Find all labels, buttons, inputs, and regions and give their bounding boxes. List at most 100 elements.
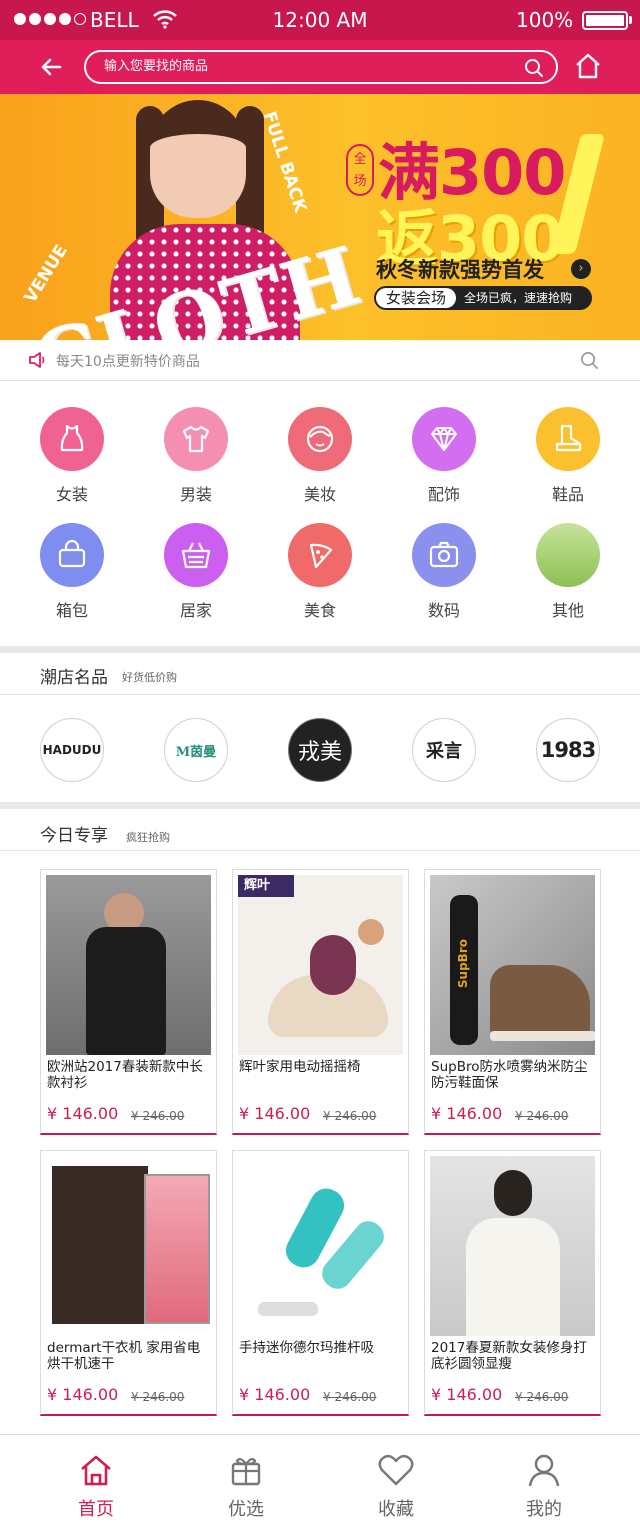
- product-image: [430, 1156, 595, 1336]
- product-old-price: ¥ 246.00: [515, 1109, 569, 1123]
- product-title: SupBro防水喷雾纳米防尘防污鞋面保: [431, 1059, 588, 1091]
- promo-banner[interactable]: VENUE FULL BACK CLOTH 全场 满300 返300 秋冬新款强…: [0, 94, 640, 340]
- category-label: 其他: [551, 601, 584, 620]
- product-old-price: ¥ 246.00: [323, 1109, 377, 1123]
- section-divider: [0, 802, 640, 809]
- back-arrow-icon[interactable]: [36, 52, 66, 82]
- product-card[interactable]: 2017春夏新款女装修身打底衫圆领显瘦 ¥ 146.00 ¥ 246.00: [424, 1150, 601, 1416]
- product-price: ¥ 146.00: [431, 1385, 503, 1404]
- banner-side-text-right: FULL BACK: [258, 109, 311, 215]
- home-icon: [81, 1455, 111, 1486]
- shops-header: 潮店名品 好货低价购: [0, 653, 640, 695]
- dress-icon: [40, 407, 104, 471]
- promo-subtitle: 秋冬新款强势首发: [376, 258, 544, 282]
- notice-text: 每天10点更新特价商品: [56, 354, 200, 370]
- product-card[interactable]: 欧洲站2017春装新款中长款衬衫 ¥ 146.00 ¥ 246.00: [40, 869, 217, 1135]
- promo-pill-tag: 女装会场: [376, 288, 456, 308]
- product-title: 手持迷你德尔玛推杆吸: [239, 1340, 374, 1356]
- brand-name: 1983: [540, 738, 596, 762]
- chevron-right-icon: ›: [571, 259, 591, 279]
- status-bar: BELL 12:00 AM 100%: [0, 0, 640, 40]
- category-food[interactable]: 美食: [270, 523, 370, 621]
- product-card[interactable]: dermart干衣机 家用省电烘干机速干 ¥ 146.00 ¥ 246.00: [40, 1150, 217, 1416]
- megaphone-icon: [29, 352, 45, 368]
- section-divider: [0, 646, 640, 653]
- product-old-price: ¥ 246.00: [515, 1390, 569, 1404]
- category-label: 配饰: [427, 485, 460, 504]
- category-label: 居家: [179, 601, 212, 620]
- category-label: 女装: [55, 485, 88, 504]
- search-input[interactable]: 输入您要找的商品: [84, 50, 558, 84]
- notice-bar[interactable]: 每天10点更新特价商品: [0, 340, 640, 381]
- category-men[interactable]: 男装: [146, 407, 246, 505]
- promo-pill-text: 全场已疯，速速抢购: [464, 291, 573, 305]
- bottom-tab-bar: 首页 优选 收藏 我的: [0, 1434, 640, 1538]
- tab-home[interactable]: 首页: [56, 1453, 136, 1521]
- category-label: 数码: [427, 601, 460, 620]
- brand-1983-logo[interactable]: 1983: [536, 718, 600, 782]
- product-price: ¥ 146.00: [47, 1385, 119, 1404]
- promo-badge: 全场: [346, 144, 374, 196]
- brand-name: 采言: [426, 741, 462, 762]
- category-digital[interactable]: 数码: [394, 523, 494, 621]
- tab-favorites[interactable]: 收藏: [356, 1453, 436, 1521]
- user-icon: [528, 1454, 560, 1487]
- home-icon[interactable]: [574, 52, 602, 80]
- category-home[interactable]: 居家: [146, 523, 246, 621]
- tab-profile[interactable]: 我的: [504, 1453, 584, 1521]
- diamond-icon: [412, 407, 476, 471]
- category-shoes[interactable]: 鞋品: [518, 407, 618, 505]
- product-card[interactable]: 辉叶 辉叶家用电动摇摇椅 ¥ 146.00 ¥ 246.00: [232, 869, 409, 1135]
- tab-label: 收藏: [378, 1499, 414, 1520]
- category-label: 美妆: [303, 485, 336, 504]
- brand-inman-logo[interactable]: M茵曼: [164, 718, 228, 782]
- search-icon[interactable]: [524, 58, 544, 78]
- face-icon: [288, 407, 352, 471]
- category-other[interactable]: 其他: [518, 523, 618, 621]
- other-icon: [536, 523, 600, 587]
- banner-side-text-left: VENUE: [20, 241, 72, 307]
- battery-percent: 100%: [516, 8, 574, 32]
- category-bags[interactable]: 箱包: [22, 523, 122, 621]
- product-title: 2017春夏新款女装修身打底衫圆领显瘦: [431, 1340, 587, 1372]
- gift-icon: [231, 1457, 261, 1486]
- category-label: 美食: [303, 601, 336, 620]
- brand-name: M茵曼: [175, 744, 217, 760]
- product-old-price: ¥ 246.00: [323, 1390, 377, 1404]
- today-header: 今日专享 疯狂抢购: [0, 809, 640, 851]
- product-image: 辉叶: [238, 875, 403, 1055]
- product-card[interactable]: SupBro SupBro防水喷雾纳米防尘防污鞋面保 ¥ 146.00 ¥ 24…: [424, 869, 601, 1135]
- product-image: [238, 1156, 403, 1336]
- model-image: [150, 100, 246, 218]
- brand-name: 戎美: [297, 740, 342, 765]
- product-brand-badge: 辉叶: [238, 875, 294, 897]
- category-beauty[interactable]: 美妆: [270, 407, 370, 505]
- search-placeholder: 输入您要找的商品: [104, 59, 209, 74]
- today-title: 今日专享: [40, 826, 108, 846]
- pizza-icon: [288, 523, 352, 587]
- product-price: ¥ 146.00: [431, 1104, 503, 1123]
- product-card[interactable]: 手持迷你德尔玛推杆吸 ¥ 146.00 ¥ 246.00: [232, 1150, 409, 1416]
- brand-name: HADUDU: [42, 743, 102, 757]
- tab-label: 优选: [228, 1499, 264, 1520]
- category-accessories[interactable]: 配饰: [394, 407, 494, 505]
- product-price: ¥ 146.00: [239, 1385, 311, 1404]
- search-icon[interactable]: [580, 351, 599, 370]
- product-old-price: ¥ 246.00: [131, 1390, 185, 1404]
- category-label: 鞋品: [551, 485, 584, 504]
- shirt-icon: [164, 407, 228, 471]
- brand-row: HADUDU M茵曼 戎美 采言 1983: [0, 696, 640, 802]
- boot-icon: [536, 407, 600, 471]
- brand-hadudu-logo[interactable]: HADUDU: [40, 718, 104, 782]
- camera-icon: [412, 523, 476, 587]
- today-subtitle: 疯狂抢购: [126, 831, 170, 844]
- product-image: [46, 875, 211, 1055]
- category-women[interactable]: 女装: [22, 407, 122, 505]
- basket-icon: [164, 523, 228, 587]
- brand-rongmei-logo[interactable]: 戎美: [288, 718, 352, 782]
- tab-featured[interactable]: 优选: [206, 1453, 286, 1521]
- brand-caiyan-logo[interactable]: 采言: [412, 718, 476, 782]
- category-label: 箱包: [55, 601, 88, 620]
- category-label: 男装: [179, 485, 212, 504]
- nav-bar: 输入您要找的商品: [0, 40, 640, 94]
